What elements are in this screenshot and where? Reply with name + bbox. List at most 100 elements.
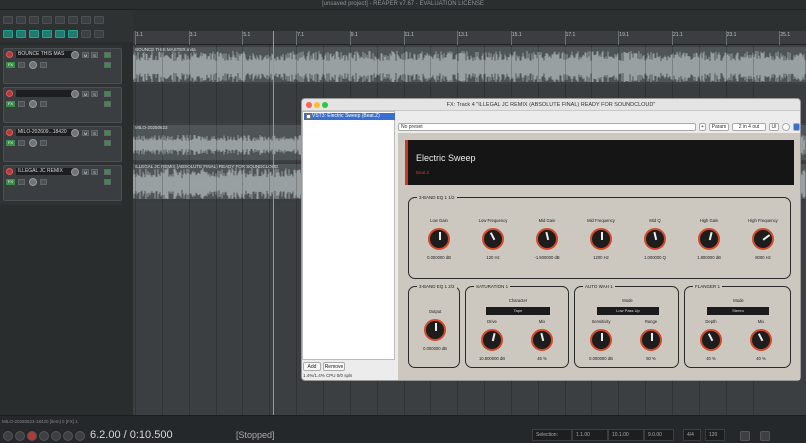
- knob[interactable]: [536, 228, 558, 250]
- io-button[interactable]: 2 in 4 out: [732, 123, 766, 131]
- zoom-icon[interactable]: [322, 102, 328, 108]
- playhead[interactable]: [273, 31, 274, 415]
- volume-knob[interactable]: [71, 129, 79, 137]
- add-fx-button[interactable]: Add: [303, 362, 321, 371]
- track-header[interactable]: BOUNCE THIS MAS M S FX: [3, 48, 122, 84]
- env-icon[interactable]: [40, 101, 47, 107]
- io-route-icon[interactable]: [104, 169, 111, 175]
- flanger-mode-dropdown[interactable]: Stereo: [707, 307, 769, 315]
- pan-knob[interactable]: [29, 100, 37, 108]
- solo-button[interactable]: S: [91, 52, 98, 58]
- env-icon[interactable]: [40, 179, 47, 185]
- envelope-icon[interactable]: [81, 30, 91, 38]
- knob[interactable]: [531, 329, 553, 351]
- io-route-icon[interactable]: [104, 91, 111, 97]
- undo-icon[interactable]: [55, 16, 65, 24]
- record-arm-icon[interactable]: [6, 129, 13, 136]
- preset-select[interactable]: No preset: [398, 123, 696, 131]
- phase-icon[interactable]: [18, 179, 25, 185]
- new-project-icon[interactable]: [3, 16, 13, 24]
- preset-add-button[interactable]: +: [699, 123, 706, 131]
- mute-button[interactable]: M: [82, 130, 89, 136]
- grouping-icon[interactable]: [42, 30, 52, 38]
- grid-icon[interactable]: [94, 16, 104, 24]
- knob[interactable]: [590, 329, 612, 351]
- pan-knob[interactable]: [29, 178, 37, 186]
- ripple-off-icon[interactable]: [3, 30, 13, 38]
- play-icon[interactable]: [39, 431, 49, 441]
- autowah-mode-dropdown[interactable]: Low Pass Up: [597, 307, 659, 315]
- selection-length[interactable]: 9.0.00: [644, 429, 674, 441]
- pan-knob[interactable]: [29, 139, 37, 147]
- knob[interactable]: [482, 228, 504, 250]
- solo-button[interactable]: S: [91, 91, 98, 97]
- knob[interactable]: [750, 329, 772, 351]
- phase-icon[interactable]: [18, 101, 25, 107]
- go-end-icon[interactable]: [15, 431, 25, 441]
- lock-icon[interactable]: [94, 30, 104, 38]
- knob[interactable]: [428, 228, 450, 250]
- media-item[interactable]: BOUNCE THIS MASTER.m4a: [133, 47, 806, 82]
- knob[interactable]: [481, 329, 503, 351]
- character-dropdown[interactable]: Tape: [486, 307, 550, 315]
- mute-button[interactable]: M: [82, 169, 89, 175]
- track-name[interactable]: ILLEGAL JC REMIX: [16, 168, 76, 175]
- rate-icon[interactable]: [760, 431, 770, 441]
- time-signature[interactable]: 4/4: [683, 429, 701, 441]
- go-start-icon[interactable]: [3, 431, 13, 441]
- grid-snap-icon[interactable]: [68, 30, 78, 38]
- minimize-icon[interactable]: [314, 102, 320, 108]
- track-name[interactable]: BOUNCE THIS MAS: [16, 51, 76, 58]
- record-icon[interactable]: [27, 431, 37, 441]
- track-header[interactable]: ILLEGAL JC REMIX M S FX: [3, 165, 122, 201]
- knob[interactable]: [640, 329, 662, 351]
- phase-icon[interactable]: [18, 62, 25, 68]
- remove-fx-button[interactable]: Remove: [323, 362, 345, 371]
- selection-end[interactable]: 10.1.00: [608, 429, 644, 441]
- fx-chain-item[interactable]: VST3: Electric Sweep (Beat.Z): [304, 113, 395, 120]
- snap-icon[interactable]: [55, 30, 65, 38]
- phase-icon[interactable]: [18, 140, 25, 146]
- tcp-empty-area[interactable]: +: [0, 205, 133, 428]
- close-icon[interactable]: [306, 102, 312, 108]
- timeline-ruler[interactable]: 1.1 3.1 5.1 7.1 9.1 11.1 13.1 15.1 17.1 19.1 21.1 2…: [133, 31, 806, 45]
- fx-chain-list[interactable]: VST3: Electric Sweep (Beat.Z): [302, 111, 395, 360]
- env-icon[interactable]: [40, 62, 47, 68]
- record-arm-icon[interactable]: [6, 51, 13, 58]
- volume-knob[interactable]: [71, 51, 79, 59]
- repeat-icon[interactable]: [51, 431, 61, 441]
- metronome-icon[interactable]: [81, 16, 91, 24]
- env-icon[interactable]: [40, 140, 47, 146]
- selection-start[interactable]: 1.1.00: [572, 429, 608, 441]
- stop-icon[interactable]: [63, 431, 73, 441]
- project-settings-icon[interactable]: [42, 16, 52, 24]
- record-arm-icon[interactable]: [6, 90, 13, 97]
- knob[interactable]: [644, 228, 666, 250]
- volume-knob[interactable]: [71, 90, 79, 98]
- track-header[interactable]: MILO-202609...18420 M S FX: [3, 126, 122, 162]
- mute-button[interactable]: M: [82, 91, 89, 97]
- redo-icon[interactable]: [68, 16, 78, 24]
- track-name[interactable]: MILO-202609...18420: [16, 129, 76, 136]
- settings-icon[interactable]: [782, 123, 790, 131]
- knob[interactable]: [698, 228, 720, 250]
- knob[interactable]: [700, 329, 722, 351]
- fx-button[interactable]: FX: [6, 101, 15, 107]
- save-project-icon[interactable]: [29, 16, 39, 24]
- pause-icon[interactable]: [75, 431, 85, 441]
- metronome-toggle-icon[interactable]: [740, 431, 750, 441]
- bypass-checkbox[interactable]: [793, 123, 800, 131]
- knob[interactable]: [424, 319, 446, 341]
- fx-button[interactable]: FX: [6, 140, 15, 146]
- knob[interactable]: [752, 228, 774, 250]
- fx-button[interactable]: FX: [6, 179, 15, 185]
- io-route-icon[interactable]: [104, 52, 111, 58]
- open-project-icon[interactable]: [16, 16, 26, 24]
- ripple-all-icon[interactable]: [29, 30, 39, 38]
- volume-knob[interactable]: [71, 168, 79, 176]
- solo-button[interactable]: S: [91, 130, 98, 136]
- track-header[interactable]: M S FX: [3, 87, 122, 123]
- ripple-track-icon[interactable]: [16, 30, 26, 38]
- io-route-icon[interactable]: [104, 130, 111, 136]
- record-arm-icon[interactable]: [6, 168, 13, 175]
